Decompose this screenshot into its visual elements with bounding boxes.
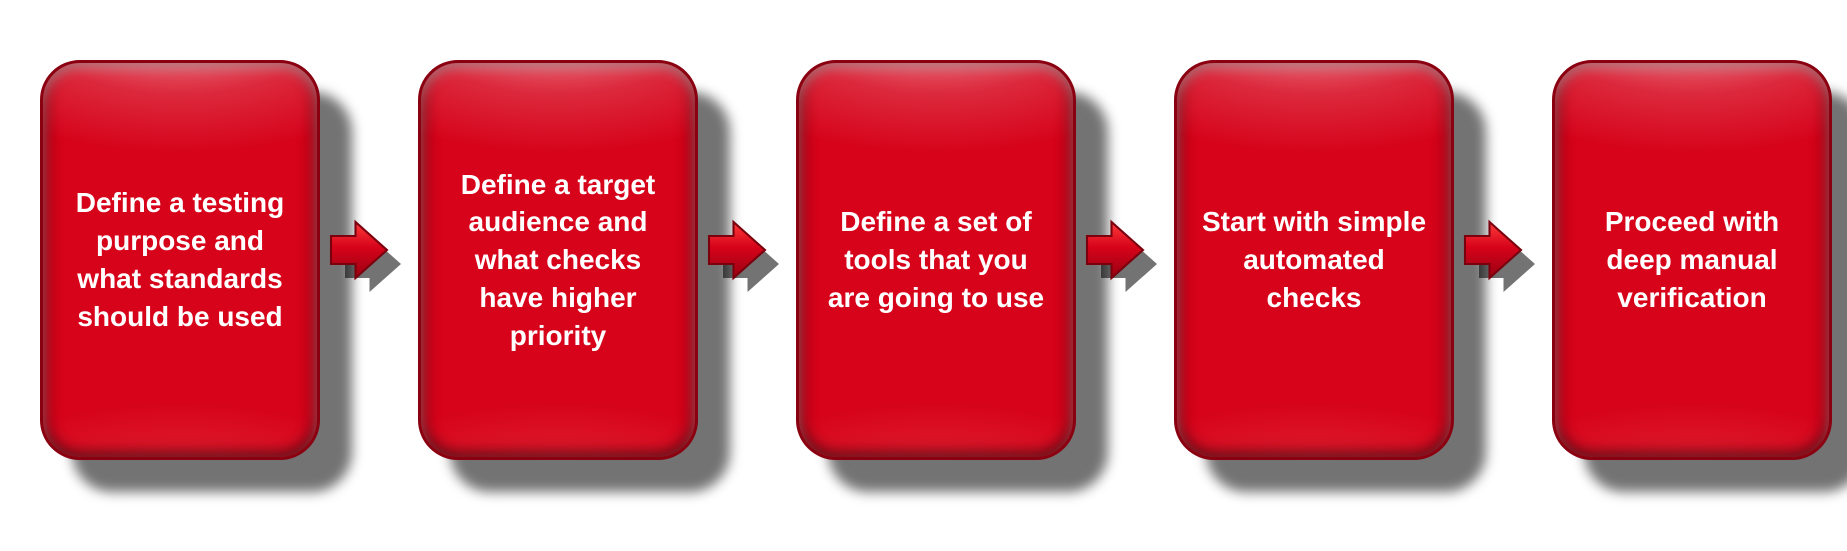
step-box: Proceed with deep manual verification bbox=[1552, 60, 1832, 460]
step-5: Proceed with deep manual verification bbox=[1552, 60, 1832, 460]
arrow-2 bbox=[702, 215, 792, 305]
arrow-right-icon bbox=[702, 215, 772, 285]
arrow-right-icon bbox=[1458, 215, 1528, 285]
step-box: Define a testing purpose and what standa… bbox=[40, 60, 320, 460]
step-1: Define a testing purpose and what standa… bbox=[40, 60, 320, 460]
process-flow: Define a testing purpose and what standa… bbox=[0, 0, 1847, 520]
arrow-right-icon bbox=[1080, 215, 1150, 285]
step-label: Proceed with deep manual verification bbox=[1579, 203, 1805, 316]
step-label: Define a testing purpose and what standa… bbox=[67, 184, 293, 335]
arrow-3 bbox=[1080, 215, 1170, 305]
step-box: Start with simple automated checks bbox=[1174, 60, 1454, 460]
step-label: Define a target audience and what checks… bbox=[445, 166, 671, 355]
arrow-right-icon bbox=[324, 215, 394, 285]
step-box: Define a set of tools that you are going… bbox=[796, 60, 1076, 460]
step-label: Define a set of tools that you are going… bbox=[823, 203, 1049, 316]
step-4: Start with simple automated checks bbox=[1174, 60, 1454, 460]
arrow-1 bbox=[324, 215, 414, 305]
step-3: Define a set of tools that you are going… bbox=[796, 60, 1076, 460]
arrow-4 bbox=[1458, 215, 1548, 305]
step-box: Define a target audience and what checks… bbox=[418, 60, 698, 460]
step-2: Define a target audience and what checks… bbox=[418, 60, 698, 460]
step-label: Start with simple automated checks bbox=[1201, 203, 1427, 316]
